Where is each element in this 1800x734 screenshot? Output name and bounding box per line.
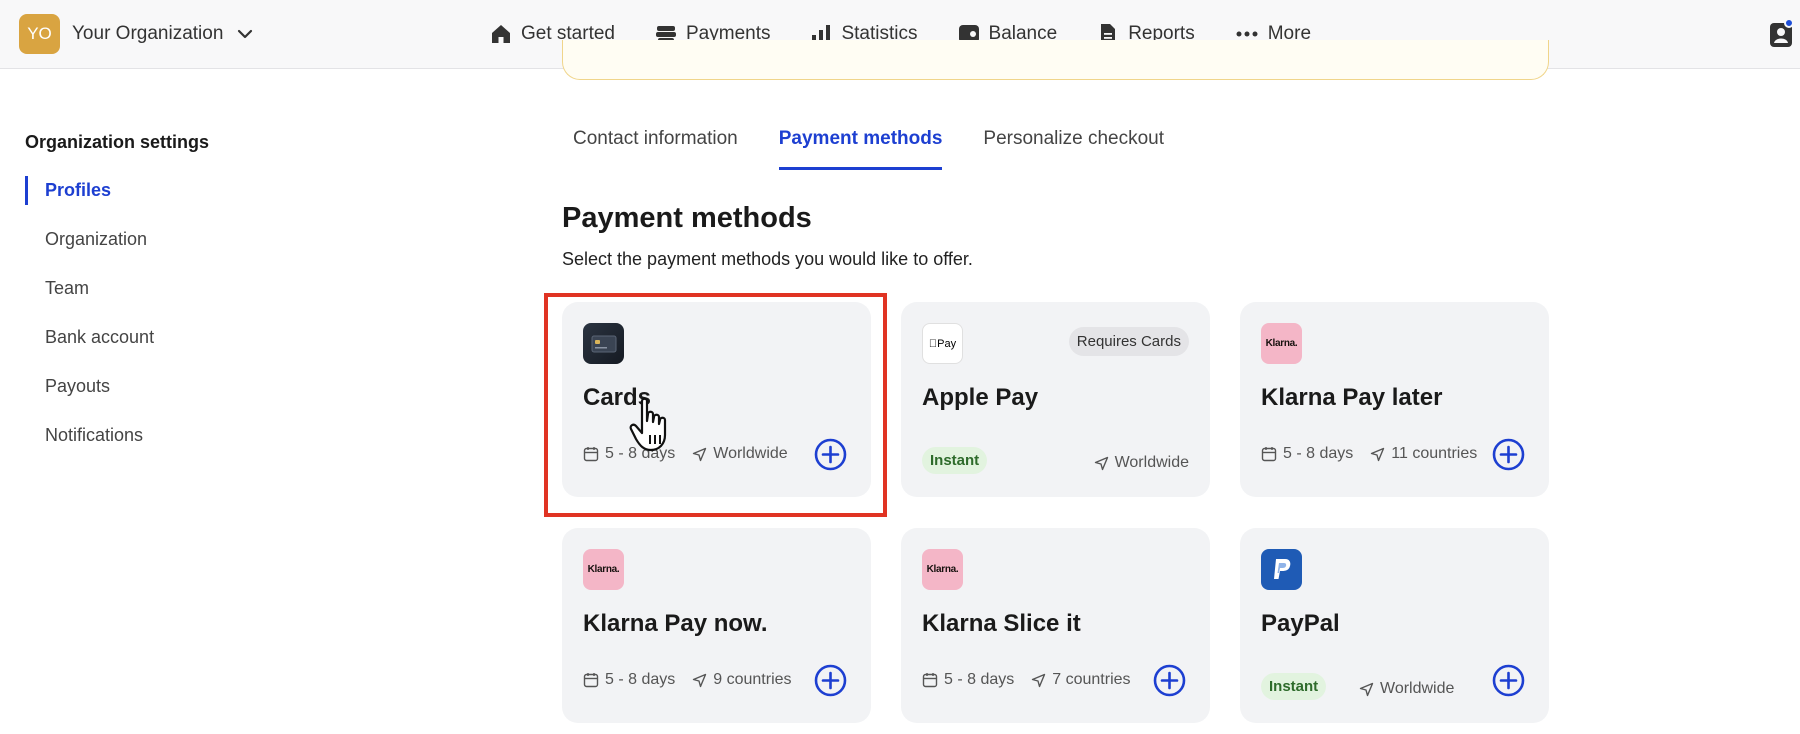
tab-contact-information[interactable]: Contact information	[573, 128, 738, 170]
settlement-days: 5 - 8 days	[605, 671, 676, 688]
notification-dot	[1784, 18, 1794, 28]
payment-method-name: Klarna Pay now.	[583, 610, 768, 637]
availability: Worldwide	[1359, 680, 1454, 698]
location-arrow-icon	[1094, 456, 1108, 470]
sidebar-item-profiles[interactable]: Profiles	[25, 170, 325, 219]
selection-highlight	[544, 293, 887, 517]
klarna-logo: Klarna.	[583, 549, 624, 590]
apple-pay-logo: Pay	[922, 323, 963, 364]
availability-region: Worldwide	[1114, 454, 1189, 471]
paypal-icon	[1261, 549, 1302, 590]
sidebar-item-organization[interactable]: Organization	[25, 219, 325, 268]
location-arrow-icon	[1359, 682, 1374, 696]
settlement-days: 5 - 8 days	[1283, 445, 1354, 462]
payment-method-meta: 5 - 8 days 11 countries	[1261, 445, 1477, 463]
tab-payment-methods[interactable]: Payment methods	[778, 128, 942, 170]
instant-badge: Instant	[922, 447, 988, 474]
add-payment-method-button[interactable]	[1153, 664, 1186, 697]
payment-method-name: PayPal	[1261, 610, 1340, 637]
calendar-icon	[922, 673, 938, 688]
hand-cursor-icon	[629, 397, 667, 452]
payment-method-name: Klarna Pay later	[1261, 384, 1443, 411]
location-arrow-icon	[1371, 447, 1385, 461]
availability-region: 7 countries	[1052, 671, 1131, 688]
settlement-days: 5 - 8 days	[944, 671, 1015, 688]
location-arrow-icon	[1032, 673, 1046, 687]
tab-personalize-checkout[interactable]: Personalize checkout	[983, 128, 1164, 170]
payment-method-card-paypal[interactable]: PayPal Instant Worldwide	[1240, 528, 1549, 723]
requires-badge: Requires Cards	[1068, 327, 1189, 356]
page-title: Payment methods	[562, 202, 812, 234]
add-payment-method-button[interactable]	[1492, 438, 1525, 471]
sidebar-item-notifications[interactable]: Notifications	[25, 415, 325, 464]
payment-method-meta: 5 - 8 days 7 countries	[922, 671, 1131, 689]
availability-region: Worldwide	[1380, 680, 1455, 697]
sidebar-item-bank-account[interactable]: Bank account	[25, 317, 325, 366]
instant-badge: Instant	[1261, 673, 1327, 700]
payment-method-card-klarna-pay-later[interactable]: Klarna. Klarna Pay later 5 - 8 days 11 c…	[1240, 302, 1549, 497]
availability-region: 9 countries	[713, 671, 792, 688]
klarna-logo: Klarna.	[922, 549, 963, 590]
sidebar-item-payouts[interactable]: Payouts	[25, 366, 325, 415]
availability: Worldwide	[1094, 454, 1189, 472]
payment-method-card-klarna-slice-it[interactable]: Klarna. Klarna Slice it 5 - 8 days 7 cou…	[901, 528, 1210, 723]
settings-tabs: Contact information Payment methods Pers…	[573, 128, 1205, 170]
payment-method-name: Klarna Slice it	[922, 610, 1081, 637]
chevron-down-icon	[235, 24, 255, 44]
sidebar: Profiles Organization Team Bank account …	[25, 170, 325, 464]
payment-method-card-klarna-pay-now[interactable]: Klarna. Klarna Pay now. 5 - 8 days 9 cou…	[562, 528, 871, 723]
sidebar-item-team[interactable]: Team	[25, 268, 325, 317]
payment-method-meta: 5 - 8 days 9 countries	[583, 671, 792, 689]
location-arrow-icon	[693, 673, 707, 687]
organization-name: Your Organization	[72, 23, 224, 44]
page-subtitle: Select the payment methods you would lik…	[562, 249, 973, 269]
add-payment-method-button[interactable]	[814, 664, 847, 697]
add-payment-method-button[interactable]	[1492, 664, 1525, 697]
payment-method-name: Apple Pay	[922, 384, 1039, 411]
organization-avatar: YO	[19, 14, 60, 54]
calendar-icon	[583, 673, 599, 688]
notice-banner	[562, 40, 1549, 80]
payment-method-card-apple-pay[interactable]: Pay Requires Cards Apple Pay Instant Wo…	[901, 302, 1210, 497]
home-icon	[492, 25, 510, 43]
sidebar-title: Organization settings	[25, 132, 210, 152]
availability-region: 11 countries	[1391, 445, 1478, 462]
calendar-icon	[1261, 447, 1277, 462]
organization-switcher[interactable]: YO Your Organization	[19, 14, 255, 54]
klarna-logo: Klarna.	[1261, 323, 1302, 364]
